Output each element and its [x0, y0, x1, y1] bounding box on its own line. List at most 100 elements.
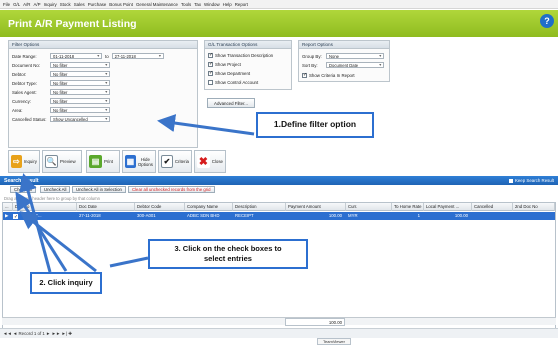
column-header[interactable]: Doc No: [13, 203, 77, 211]
chevron-down-icon[interactable]: ▼: [104, 99, 108, 104]
menu-item-stock[interactable]: Stock: [60, 2, 71, 7]
column-header[interactable]: Curr.: [346, 203, 392, 211]
page-title: Print A/R Payment Listing: [8, 17, 137, 30]
callout-check-boxes: 3. Click on the check boxes to select en…: [148, 239, 308, 269]
menu-item-a-r[interactable]: A/R: [23, 2, 30, 7]
column-header[interactable]: Debtor Code: [135, 203, 185, 211]
checkbox-icon[interactable]: [208, 61, 213, 67]
gl-option-checkbox[interactable]: Show Department: [208, 69, 250, 77]
group-by-label: Group By:: [302, 53, 322, 59]
checkbox-icon[interactable]: [208, 52, 213, 58]
teamviewer-tab[interactable]: TeamViewer: [317, 338, 351, 345]
payment-amount-cell: 100.00: [328, 213, 342, 218]
chevron-down-icon[interactable]: ▼: [104, 63, 108, 68]
calendar-dropdown-icon[interactable]: ▼: [158, 54, 162, 59]
menu-item-purchase[interactable]: Purchase: [88, 2, 107, 7]
chevron-down-icon[interactable]: ▼: [104, 117, 108, 122]
column-header[interactable]: Local Payment ...: [424, 203, 472, 211]
filter-select[interactable]: Show Uncancelled ▼: [50, 115, 110, 123]
filter-select[interactable]: No filter ▼: [50, 97, 110, 105]
column-header[interactable]: Company Name: [185, 203, 233, 211]
menu-item-general-maintenance[interactable]: General Maintenance: [136, 2, 178, 7]
column-header[interactable]: ...: [3, 203, 13, 211]
uncheck-all-in-selection-button[interactable]: Uncheck All in Selection: [72, 186, 126, 193]
date-to-value: 27-11-2018: [114, 53, 136, 59]
criteria-button[interactable]: ✔ Criteria: [158, 150, 192, 173]
filter-value: No filter: [53, 98, 68, 104]
help-icon[interactable]: ?: [540, 14, 554, 28]
filter-row: Debtor: No filter ▼: [12, 70, 110, 78]
check-all-button[interactable]: Check All: [10, 186, 36, 193]
menu-item-report[interactable]: Report: [235, 2, 248, 7]
sort-by-select[interactable]: Document Date ▼: [326, 61, 384, 69]
menu-item-window[interactable]: Window: [204, 2, 220, 7]
hide-options-button[interactable]: ▦ Hide Options: [122, 150, 156, 173]
chevron-down-icon[interactable]: ▼: [104, 72, 108, 77]
menu-item-sales[interactable]: Sales: [74, 2, 85, 7]
filter-value: No filter: [53, 71, 68, 77]
record-navigator[interactable]: ◄◄ ◄ Record 1 of 1 ► ►► ►| ✚: [0, 328, 558, 338]
filter-select[interactable]: No filter ▼: [50, 88, 110, 96]
menu-item-bonus-point[interactable]: Bonus Point: [109, 2, 133, 7]
chevron-down-icon[interactable]: ▼: [104, 81, 108, 86]
advanced-filter-button[interactable]: Advanced Filter...: [207, 98, 255, 108]
date-from-field[interactable]: 01-11-2018 ▼: [50, 52, 102, 60]
menu-item-tools[interactable]: Tools: [181, 2, 191, 7]
table-row[interactable]: ▶ OR-000... 27-11-2018 300-A001 ADBC SDN…: [3, 212, 555, 220]
print-button[interactable]: ▤ Print: [86, 150, 120, 173]
chevron-down-icon[interactable]: ▼: [378, 63, 382, 68]
group-by-select[interactable]: None ▼: [326, 52, 384, 60]
gl-option-label: Show Department: [215, 70, 251, 76]
row-checkbox[interactable]: [13, 213, 18, 219]
keep-search-result-checkbox[interactable]: Keep Search Result: [508, 178, 554, 183]
column-header[interactable]: Description: [233, 203, 286, 211]
column-header[interactable]: Doc Date: [77, 203, 135, 211]
gl-option-label: Show Transaction Description: [215, 52, 274, 58]
chevron-down-icon[interactable]: ▼: [378, 54, 382, 59]
show-criteria-checkbox[interactable]: Show Criteria In Report: [302, 71, 355, 79]
column-header[interactable]: Cancelled: [472, 203, 513, 211]
chevron-down-icon[interactable]: ▼: [104, 108, 108, 113]
report-options-title: Report Options: [299, 41, 389, 49]
filter-value: No filter: [53, 62, 68, 68]
menu-item-file[interactable]: File: [3, 2, 10, 7]
date-to-field[interactable]: 27-11-2018 ▼: [111, 52, 164, 60]
menu-bar: File G/L A/R A/P Inquiry Stock Sales Purchase Bo…: [0, 0, 558, 9]
callout-define-filter: 1.Define filter option: [256, 112, 374, 138]
filter-select[interactable]: No filter ▼: [50, 61, 110, 69]
column-header[interactable]: To Home Rate: [392, 203, 424, 211]
menu-item-help[interactable]: Help: [223, 2, 232, 7]
menu-item-inquiry[interactable]: Inquiry: [44, 2, 57, 7]
criteria-label: Criteria: [174, 159, 189, 164]
gl-options-title: G/L Transaction Options: [205, 41, 291, 49]
checkbox-icon[interactable]: [302, 72, 307, 78]
gl-option-checkbox[interactable]: Show Project: [208, 60, 241, 68]
chevron-down-icon[interactable]: ▼: [104, 90, 108, 95]
filter-select[interactable]: No filter ▼: [50, 106, 110, 114]
callout-check-boxes-line1: 3. Click on the check boxes to: [174, 244, 282, 254]
preview-button[interactable]: 🔍 Preview: [42, 150, 82, 173]
gl-option-checkbox[interactable]: Show Control Account: [208, 78, 258, 86]
checkbox-icon[interactable]: [208, 70, 213, 76]
column-header[interactable]: 2nd Doc No: [513, 203, 555, 211]
filter-select[interactable]: No filter ▼: [50, 79, 110, 87]
hide-options-label: Hide Options: [138, 157, 153, 167]
menu-item-tax[interactable]: Tax: [194, 2, 201, 7]
close-button[interactable]: ✖ Close: [194, 150, 226, 173]
group-by-row: Group By: None ▼: [302, 52, 384, 60]
checkbox-icon[interactable]: [508, 178, 513, 183]
callout-click-inquiry-text: 2. Click inquiry: [39, 278, 93, 288]
column-header[interactable]: Payment Amount: [286, 203, 346, 211]
inquiry-button[interactable]: ⇨ Inquiry: [8, 150, 40, 173]
menu-item-a-p[interactable]: A/P: [33, 2, 40, 7]
filter-select[interactable]: No filter ▼: [50, 70, 110, 78]
gl-option-checkbox[interactable]: Show Transaction Description: [208, 51, 273, 59]
uncheck-all-button[interactable]: Uncheck All: [40, 186, 71, 193]
menu-item-g-l[interactable]: G/L: [13, 2, 20, 7]
gl-transaction-options-panel: G/L Transaction Options Show Transaction…: [204, 40, 292, 90]
preview-label: Preview: [60, 159, 76, 164]
description-cell: RECEIPT: [235, 213, 254, 218]
calendar-dropdown-icon[interactable]: ▼: [96, 54, 100, 59]
clear-unchecked-button[interactable]: Clear all unchecked records from the gri…: [128, 186, 215, 193]
checkbox-icon[interactable]: [208, 79, 213, 85]
